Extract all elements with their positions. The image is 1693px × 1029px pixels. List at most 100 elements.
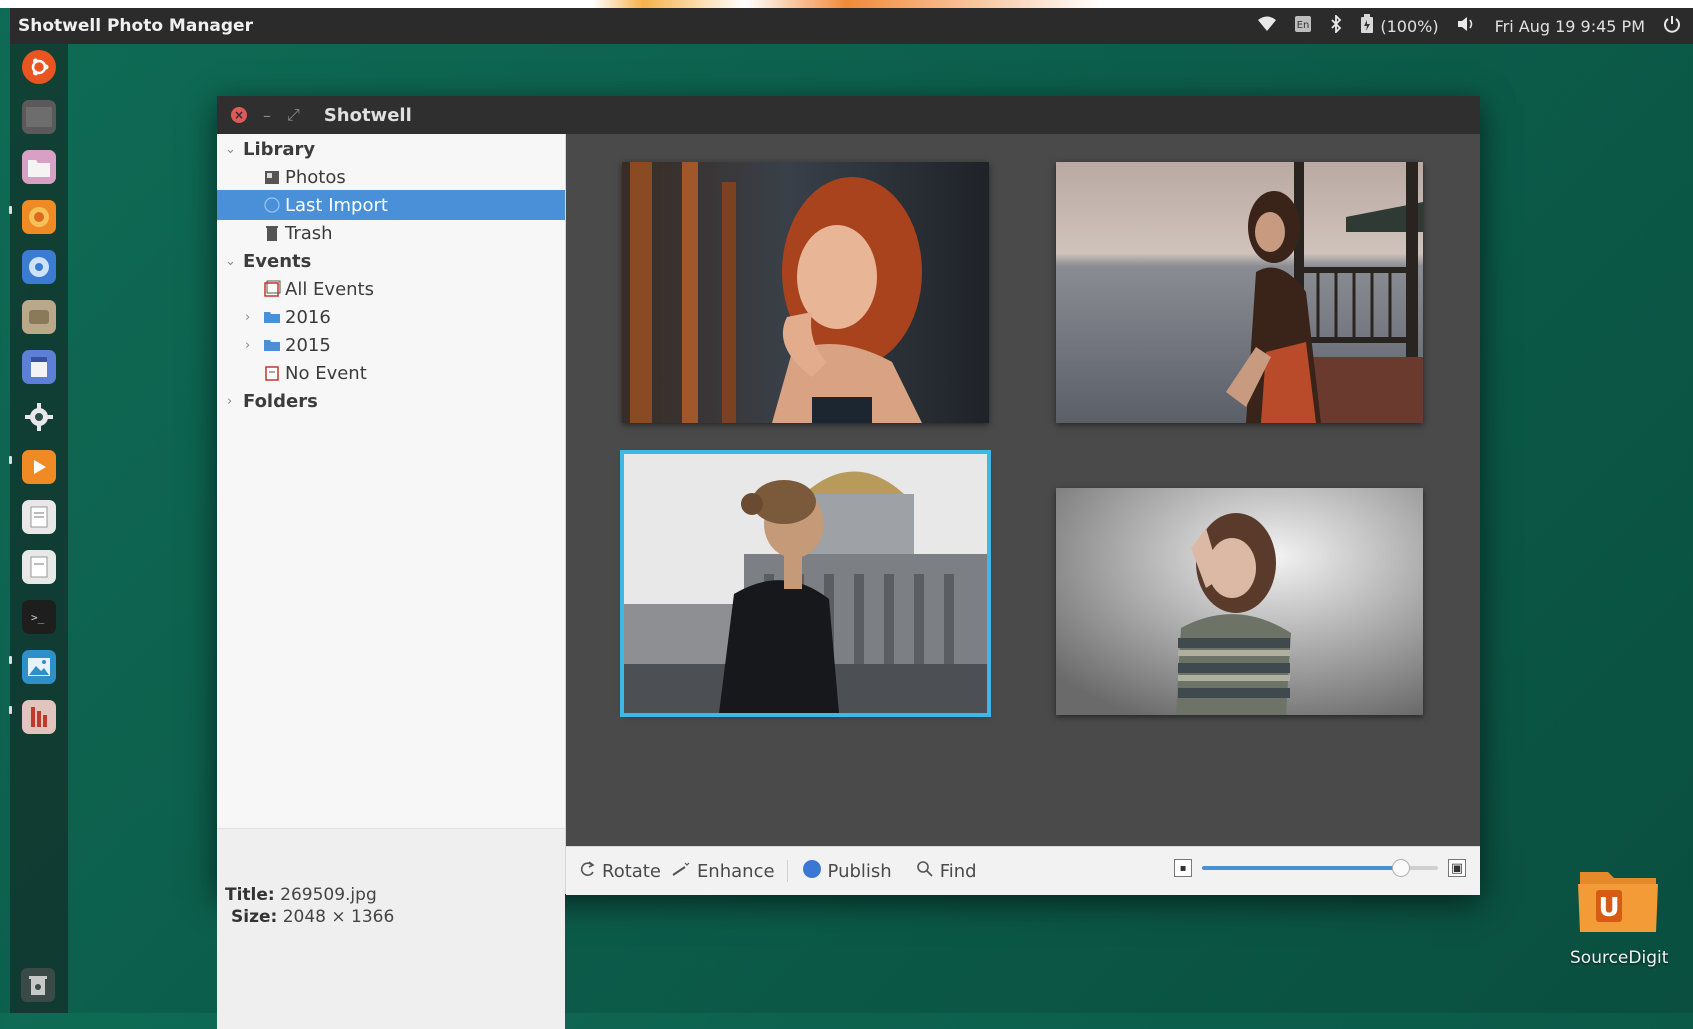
sidebar: ⌄ Library Photos Last Import Trash ⌄ Eve… — [217, 134, 566, 1029]
chromium-icon[interactable] — [22, 250, 56, 284]
sidebar-item-library[interactable]: ⌄ Library — [217, 134, 565, 164]
info-title-value: 269509.jpg — [280, 885, 377, 905]
shotwell-icon[interactable] — [22, 650, 56, 684]
media-player-icon[interactable] — [22, 450, 56, 484]
desktop-icon-label: SourceDigit — [1570, 948, 1669, 968]
shotwell-window: × – ⤢ Shotwell ⌄ Library Photos Last Imp… — [217, 96, 1480, 1029]
launcher: >_ — [9, 44, 68, 1013]
battery-icon — [1360, 13, 1374, 39]
running-indicator — [9, 656, 12, 664]
keyboard-layout-icon[interactable]: En — [1294, 15, 1312, 38]
search-icon — [916, 860, 934, 883]
publish-icon — [802, 859, 822, 884]
bluetooth-icon[interactable] — [1330, 13, 1342, 38]
svg-text:En: En — [1297, 20, 1310, 31]
indicator-area: En (100%) Fri Aug 19 9:45 PM — [1258, 13, 1693, 39]
info-title: Title: 269509.jpg — [225, 885, 377, 905]
info-size: Size: 2048 × 1366 — [231, 907, 394, 927]
system-monitor-icon[interactable] — [22, 700, 56, 734]
folder-badge: U — [1598, 893, 1619, 923]
document-viewer-icon[interactable] — [22, 550, 56, 584]
rotate-button[interactable]: Rotate — [580, 860, 661, 883]
zoom-slider[interactable] — [1202, 859, 1438, 877]
sidebar-item-no-event[interactable]: No Event — [217, 358, 565, 388]
info-size-value: 2048 × 1366 — [282, 907, 395, 927]
running-indicator — [9, 706, 12, 714]
chevron-right-icon[interactable]: › — [245, 338, 250, 353]
folder-icon — [263, 336, 281, 354]
terminal-icon[interactable]: >_ — [22, 600, 56, 634]
sidebar-item-all-events[interactable]: All Events — [217, 274, 565, 304]
photo-thumbnail-selected[interactable] — [620, 450, 991, 717]
sidebar-item-events[interactable]: ⌄ Events — [217, 246, 565, 276]
enhance-button[interactable]: Enhance — [671, 861, 775, 882]
toolbar-separator — [786, 860, 788, 882]
window-title: Shotwell — [323, 104, 412, 126]
battery-indicator[interactable]: (100%) — [1360, 13, 1439, 39]
sidebar-item-label: Photos — [285, 166, 346, 188]
trash-icon — [263, 224, 281, 242]
battery-percent: (100%) — [1380, 16, 1439, 36]
bottom-toolbar: Rotate Enhance Publish Find ▪ ▣ — [566, 846, 1480, 895]
minimize-button[interactable]: – — [263, 106, 271, 125]
desktop-folder-sourcedigit[interactable]: U SourceDigit — [1570, 864, 1669, 968]
info-size-key: Size: — [231, 907, 278, 927]
chevron-down-icon[interactable]: ⌄ — [225, 254, 236, 269]
rotate-icon — [580, 860, 596, 883]
maximize-button[interactable]: ⤢ — [287, 105, 300, 125]
photo-thumbnail[interactable] — [622, 162, 989, 423]
window-titlebar[interactable]: × – ⤢ Shotwell — [217, 96, 1480, 134]
zoom-out-icon[interactable]: ▪ — [1174, 859, 1192, 877]
zoom-slider-handle[interactable] — [1392, 859, 1411, 877]
clock[interactable]: Fri Aug 19 9:45 PM — [1495, 17, 1645, 36]
files-icon[interactable] — [22, 150, 56, 184]
top-panel: Shotwell Photo Manager En (100%) Fri Aug… — [10, 8, 1693, 44]
info-title-key: Title: — [225, 885, 275, 905]
sidebar-item-label: Last Import — [285, 194, 388, 216]
folder-icon: U — [1578, 872, 1658, 932]
zoom-control: ▪ ▣ — [1174, 859, 1466, 877]
sidebar-item-photos[interactable]: Photos — [217, 162, 565, 192]
calendar-icon — [263, 364, 281, 382]
chevron-down-icon[interactable]: ⌄ — [225, 142, 236, 157]
zoom-in-icon[interactable]: ▣ — [1448, 859, 1466, 877]
firefox-icon[interactable] — [22, 200, 56, 234]
photos-icon — [263, 168, 281, 186]
settings-icon[interactable] — [22, 400, 56, 434]
sidebar-item-last-import[interactable]: Last Import — [217, 190, 565, 220]
volume-icon[interactable] — [1457, 16, 1477, 37]
sidebar-item-folders[interactable]: › Folders — [217, 386, 565, 416]
events-icon — [263, 280, 281, 298]
active-app-title: Shotwell Photo Manager — [18, 16, 253, 36]
top-border-band — [0, 0, 1693, 8]
sidebar-item-label: Trash — [285, 222, 333, 244]
text-editor-icon[interactable] — [22, 500, 56, 534]
sidebar-item-label: All Events — [285, 278, 374, 300]
running-indicator — [9, 206, 12, 214]
close-button[interactable]: × — [231, 107, 247, 123]
game-icon[interactable] — [22, 300, 56, 334]
sidebar-item-label: No Event — [285, 362, 367, 384]
publish-button[interactable]: Publish — [802, 859, 892, 884]
chevron-right-icon[interactable]: › — [245, 310, 250, 325]
notes-icon[interactable] — [22, 350, 56, 384]
sidebar-item-2015[interactable]: › 2015 — [217, 330, 565, 360]
zoom-slider-fill — [1202, 866, 1401, 870]
wifi-icon[interactable] — [1258, 16, 1277, 37]
photo-thumbnail[interactable] — [1056, 162, 1423, 423]
power-icon[interactable] — [1663, 15, 1681, 38]
workspace-switcher-icon[interactable] — [22, 100, 56, 134]
find-button[interactable]: Find — [916, 860, 977, 883]
trash-launcher-icon[interactable] — [21, 968, 55, 1002]
sidebar-item-label: 2015 — [285, 334, 331, 356]
ubuntu-dash-icon[interactable] — [22, 50, 56, 84]
photo-thumbnail[interactable] — [1056, 488, 1423, 715]
sidebar-item-label: 2016 — [285, 306, 331, 328]
folder-icon — [263, 308, 281, 326]
running-indicator — [9, 456, 12, 464]
sidebar-item-trash[interactable]: Trash — [217, 218, 565, 248]
magic-wand-icon — [671, 861, 691, 882]
photo-info-panel: Title: 269509.jpg Size: 2048 × 1366 — [217, 828, 565, 1029]
sidebar-item-2016[interactable]: › 2016 — [217, 302, 565, 332]
chevron-right-icon[interactable]: › — [227, 394, 232, 409]
